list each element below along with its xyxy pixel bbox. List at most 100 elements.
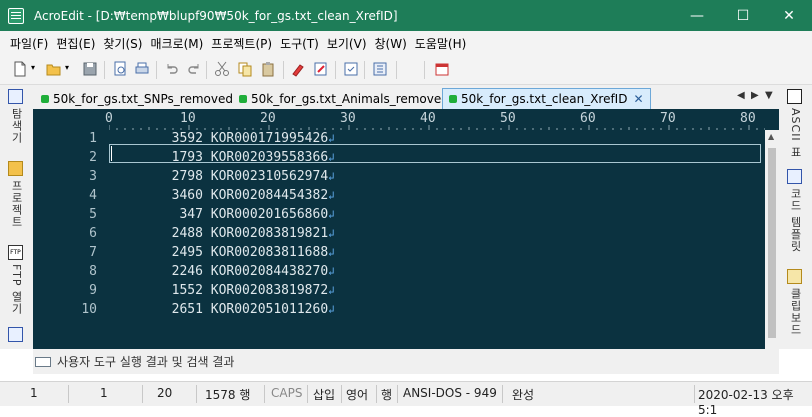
side-tab-extra[interactable] xyxy=(8,327,26,346)
ruler-mark: 0 xyxy=(105,111,113,126)
output-panel-tab[interactable]: 사용자 도구 실행 결과 및 검색 결과 xyxy=(33,349,779,374)
title-bar: AcroEdit - [D:₩temp₩blupf90₩50k_for_gs.t… xyxy=(0,0,812,31)
undo-icon[interactable] xyxy=(164,61,180,77)
properties-icon[interactable] xyxy=(343,61,359,77)
menu-tools[interactable]: 도구(T) xyxy=(276,35,323,52)
text-line[interactable]: 347 KOR000201656860↲ xyxy=(109,207,334,226)
text-line[interactable]: 2798 KOR002310562974↲ xyxy=(109,169,335,188)
scroll-up-icon[interactable]: ▲ xyxy=(768,132,774,141)
side-tab-label: FTP 열기 xyxy=(10,264,23,315)
tab-animals-removed[interactable]: 50k_for_gs.txt_Animals_removed xyxy=(233,88,455,109)
status-bar: 1 1 20 1578 행 CAPS 삽입 영어 행 ANSI-DOS - 94… xyxy=(0,381,812,417)
side-tab-ftp[interactable]: FTP FTP 열기 xyxy=(8,245,26,315)
print-icon[interactable] xyxy=(134,61,150,77)
side-tab-ascii[interactable]: ASCII 표 xyxy=(787,89,805,158)
status-chars: 20 xyxy=(157,386,173,400)
ruler-mark: 80 xyxy=(740,111,756,126)
left-side-panel: 탐색기 프로젝트 FTP FTP 열기 xyxy=(0,85,33,349)
menu-project[interactable]: 프로젝트(P) xyxy=(207,35,276,52)
line-number: 2 xyxy=(89,150,97,165)
side-tab-label: ASCII 표 xyxy=(789,108,802,159)
toolbar-separator xyxy=(104,61,105,79)
menu-window[interactable]: 창(W) xyxy=(371,35,411,52)
new-dropdown-icon[interactable]: ▾ xyxy=(31,63,35,72)
status-language: 영어 xyxy=(346,388,369,402)
text-line[interactable]: 2651 KOR002051011260↲ xyxy=(109,302,335,321)
line-text: 3592 KOR000171995426 xyxy=(109,131,329,146)
paste-icon[interactable] xyxy=(260,61,276,77)
file-status-icon xyxy=(41,94,49,103)
status-complete: 완성 xyxy=(512,388,535,402)
toolbar-separator xyxy=(364,61,365,79)
edit-icon[interactable] xyxy=(313,61,329,77)
open-dropdown-icon[interactable]: ▾ xyxy=(65,63,69,72)
editor-area[interactable]: 0 10 20 30 40 50 60 70 80 1 2 3 4 5 6 7 … xyxy=(33,109,779,349)
ruler-mark: 40 xyxy=(420,111,436,126)
status-insert-mode[interactable]: 삽입 xyxy=(313,386,335,403)
menu-help[interactable]: 도움말(H) xyxy=(411,35,471,52)
toolbar-separator xyxy=(156,61,157,79)
menu-edit[interactable]: 편집(E) xyxy=(52,35,99,52)
tab-clean-xrefid[interactable]: 50k_for_gs.txt_clean_XrefID ✕ xyxy=(442,88,651,109)
status-mode: 행 xyxy=(381,388,393,402)
minimize-button[interactable]: — xyxy=(674,0,720,31)
explorer-icon xyxy=(8,89,23,104)
output-panel-label: 사용자 도구 실행 결과 및 검색 결과 xyxy=(57,355,235,369)
menu-macro[interactable]: 매크로(M) xyxy=(146,35,207,52)
calendar-icon[interactable] xyxy=(434,61,450,77)
side-tab-label: 코드 템플릿 xyxy=(789,188,802,253)
tab-snps-removed[interactable]: 50k_for_gs.txt_SNPs_removed xyxy=(35,88,239,109)
clipboard-icon xyxy=(787,269,802,284)
text-line[interactable]: 1552 KOR002083819872↲ xyxy=(109,283,335,302)
cut-icon[interactable] xyxy=(214,61,230,77)
marker-icon[interactable] xyxy=(290,61,306,77)
list-icon[interactable] xyxy=(372,61,388,77)
text-line[interactable]: 1793 KOR002039558366↲ xyxy=(109,150,335,169)
status-caps: CAPS xyxy=(271,386,303,400)
status-datetime: 2020-02-13 오후 5:1 xyxy=(698,388,794,417)
line-end-icon: ↲ xyxy=(328,303,335,316)
line-number: 1 xyxy=(89,131,97,146)
scrollbar-thumb[interactable] xyxy=(768,148,776,338)
tab-next-icon[interactable]: ▶ xyxy=(751,90,759,101)
output-icon xyxy=(35,356,51,367)
line-number: 8 xyxy=(89,264,97,279)
copy-icon[interactable] xyxy=(237,61,253,77)
text-line[interactable]: 2495 KOR002083811688↲ xyxy=(109,245,335,264)
tab-close-icon[interactable]: ✕ xyxy=(633,92,643,106)
line-text: 1552 KOR002083819872 xyxy=(109,283,329,298)
side-tab-project[interactable]: 프로젝트 xyxy=(8,161,26,228)
ruler-mark: 30 xyxy=(340,111,356,126)
line-number: 4 xyxy=(89,188,97,203)
app-icon xyxy=(8,7,24,24)
text-line[interactable]: 3592 KOR000171995426↲ xyxy=(109,131,335,150)
open-folder-icon[interactable] xyxy=(46,61,62,77)
menu-find[interactable]: 찾기(S) xyxy=(99,35,146,52)
save-icon[interactable] xyxy=(82,61,98,77)
status-encoding[interactable]: ANSI-DOS - 949 xyxy=(403,386,497,400)
ruler-mark: 70 xyxy=(660,111,676,126)
text-line[interactable]: 2246 KOR002084438270↲ xyxy=(109,264,335,283)
tab-label: 50k_for_gs.txt_Animals_removed xyxy=(251,91,449,106)
close-button[interactable]: ✕ xyxy=(766,0,812,31)
ftp-icon: FTP xyxy=(8,245,23,260)
print-preview-icon[interactable] xyxy=(112,61,128,77)
tab-prev-icon[interactable]: ◀ xyxy=(737,90,745,101)
ruler-mark: 60 xyxy=(580,111,596,126)
maximize-button[interactable]: ☐ xyxy=(720,0,766,31)
side-tab-clipboard[interactable]: 클립보드 xyxy=(787,269,805,336)
menu-file[interactable]: 파일(F) xyxy=(6,35,52,52)
menu-view[interactable]: 보기(V) xyxy=(323,35,371,52)
new-file-icon[interactable] xyxy=(12,61,28,77)
tab-list-icon[interactable]: ▼ xyxy=(765,90,773,101)
line-text: 2488 KOR002083819821 xyxy=(109,226,329,241)
status-separator xyxy=(68,385,69,403)
side-tab-explorer[interactable]: 탐색기 xyxy=(8,89,26,144)
line-text: 1793 KOR002039558366 xyxy=(109,150,329,165)
redo-icon[interactable] xyxy=(186,61,202,77)
side-tab-code-template[interactable]: 코드 템플릿 xyxy=(787,169,805,253)
code-content[interactable]: 3592 KOR000171995426↲ 1793 KOR0020395583… xyxy=(109,130,765,349)
text-line[interactable]: 3460 KOR002084454382↲ xyxy=(109,188,335,207)
vertical-scrollbar[interactable]: ▲ xyxy=(765,130,779,349)
text-line[interactable]: 2488 KOR002083819821↲ xyxy=(109,226,335,245)
